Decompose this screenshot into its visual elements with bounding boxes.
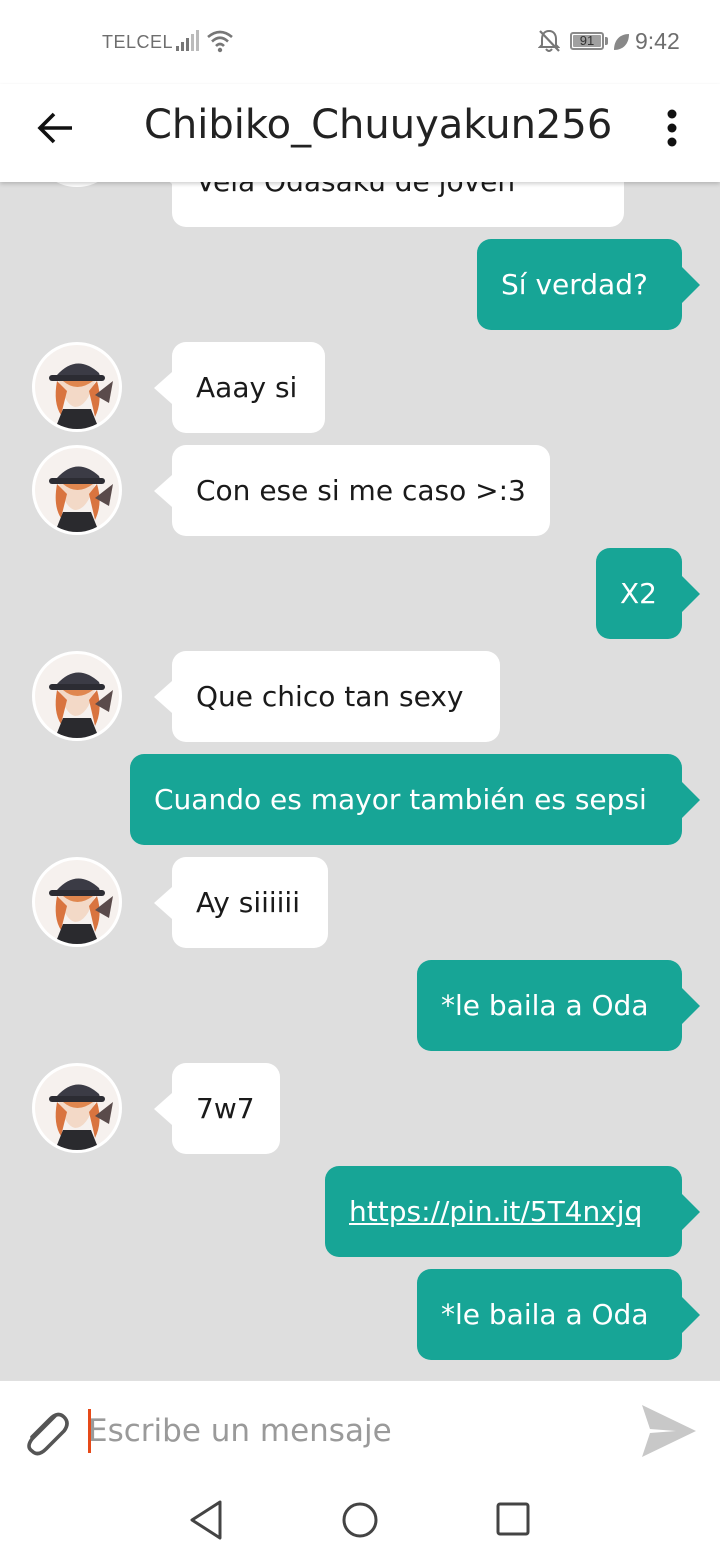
message-input[interactable]: Escribe un mensaje — [88, 1409, 392, 1453]
more-vert-icon[interactable] — [654, 106, 690, 150]
message-bubble-incoming[interactable]: Aaay si — [172, 342, 325, 433]
avatar[interactable] — [32, 182, 122, 187]
avatar-image — [35, 860, 119, 944]
avatar[interactable] — [32, 857, 122, 947]
message-bubble-outgoing[interactable]: Cuando es mayor también es sepsi — [130, 754, 682, 845]
nav-back-icon[interactable] — [186, 1498, 226, 1542]
message-bubble-outgoing[interactable]: *le baila a Oda — [417, 960, 682, 1051]
message-bubble-incoming[interactable]: Ay siiiiii — [172, 857, 328, 948]
message-bubble-outgoing[interactable]: X2 — [596, 548, 682, 639]
chat-title: Chibiko_Chuuyakun256 — [144, 102, 613, 148]
battery-icon: 91 — [570, 32, 604, 50]
avatar-image — [35, 1066, 119, 1150]
avatar[interactable] — [32, 342, 122, 432]
chat-header: Chibiko_Chuuyakun256 — [0, 84, 720, 182]
message-composer: Escribe un mensaje — [0, 1380, 720, 1481]
system-nav-bar — [0, 1480, 720, 1560]
text-caret — [88, 1409, 91, 1453]
nav-home-icon[interactable] — [340, 1498, 380, 1542]
message-bubble-incoming[interactable]: Veía Odasaku de joven — [172, 182, 624, 227]
leaf-icon — [614, 34, 629, 50]
message-link[interactable]: https://pin.it/5T4nxjq — [349, 1195, 642, 1228]
message-bubble-outgoing[interactable]: https://pin.it/5T4nxjq — [325, 1166, 682, 1257]
message-bubble-incoming[interactable]: Que chico tan sexy — [172, 651, 500, 742]
message-bubble-outgoing[interactable]: *le baila a Oda — [417, 1269, 682, 1360]
message-bubble-outgoing[interactable]: Sí verdad? — [477, 239, 682, 330]
attach-icon[interactable] — [18, 1403, 72, 1459]
send-icon[interactable] — [640, 1403, 698, 1459]
message-list[interactable]: Veía Odasaku de joven Sí verdad? Aaay si — [0, 182, 720, 1380]
clock: 9:42 — [635, 28, 680, 54]
avatar[interactable] — [32, 1063, 122, 1153]
wifi-icon — [207, 30, 233, 53]
avatar-image — [35, 654, 119, 738]
carrier-label: TELCEL — [102, 32, 174, 52]
avatar-image — [35, 448, 119, 532]
message-bubble-incoming[interactable]: 7w7 — [172, 1063, 280, 1154]
avatar[interactable] — [32, 445, 122, 535]
avatar-image — [35, 345, 119, 429]
bell-off-icon — [538, 29, 560, 52]
signal-icon — [176, 30, 199, 51]
nav-recents-icon[interactable] — [494, 1500, 534, 1540]
status-bar: TELCEL 91 9:42 — [0, 0, 720, 84]
back-arrow-icon[interactable] — [34, 106, 78, 150]
avatar[interactable] — [32, 651, 122, 741]
battery-level: 91 — [579, 33, 595, 48]
message-bubble-incoming[interactable]: Con ese si me caso >:3 — [172, 445, 550, 536]
